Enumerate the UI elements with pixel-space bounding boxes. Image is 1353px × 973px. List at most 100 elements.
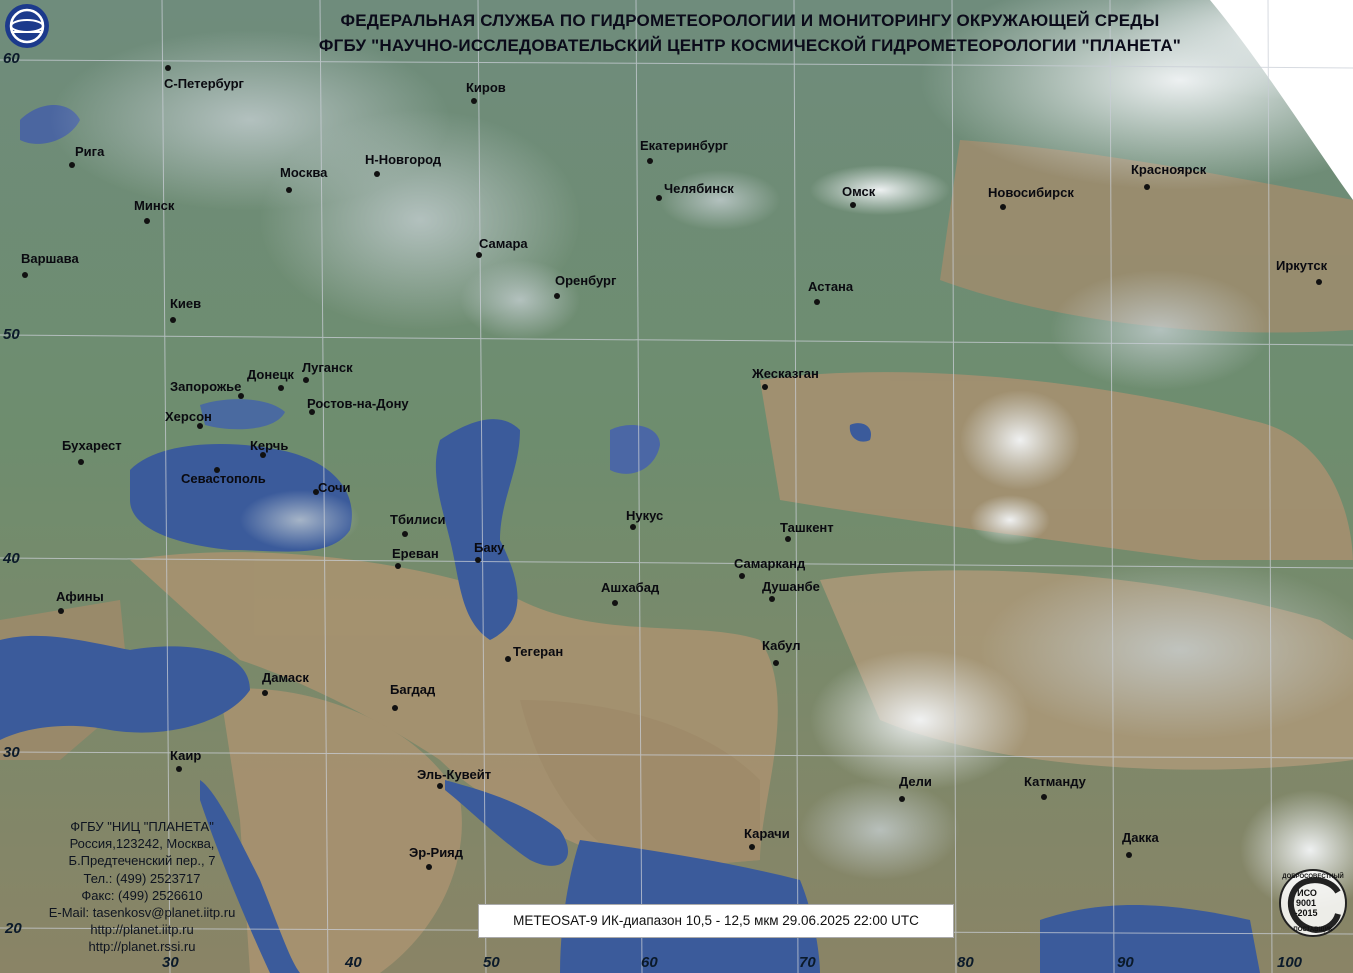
city-marker-kathmandu <box>1041 794 1047 800</box>
city-label-baku: Баку <box>474 540 505 555</box>
city-marker-astana <box>814 299 820 305</box>
iso-badge-line1: ИСО <box>1297 888 1317 898</box>
contact-address-2: Б.Предтеченский пер., 7 <box>68 853 216 869</box>
city-label-orenburg: Оренбург <box>555 273 617 288</box>
city-marker-krasnoyarsk <box>1144 184 1150 190</box>
city-marker-kirov <box>471 98 477 104</box>
city-marker-donetsk <box>278 385 284 391</box>
city-marker-cairo <box>176 766 182 772</box>
city-marker-omsk <box>850 202 856 208</box>
lon-label-100: 100 <box>1277 954 1303 971</box>
image-caption: METEOSAT-9 ИК-диапазон 10,5 - 12,5 мкм 2… <box>478 904 954 938</box>
city-marker-samara <box>476 252 482 258</box>
contact-phone: Тел.: (499) 2523717 <box>83 870 201 886</box>
city-label-kuwait: Эль-Кувейт <box>417 767 492 782</box>
city-label-cairo: Каир <box>170 748 202 763</box>
city-label-bucharest: Бухарест <box>62 438 122 453</box>
city-marker-karachi <box>749 844 755 850</box>
city-marker-kiev <box>170 317 176 323</box>
city-label-kerch: Керчь <box>250 438 289 453</box>
city-label-warsaw: Варшава <box>21 251 79 266</box>
city-label-rostov: Ростов-на-Дону <box>307 396 409 411</box>
city-label-kathmandu: Катманду <box>1024 774 1086 789</box>
iso-badge-line3: -2015 <box>1294 908 1318 918</box>
city-label-riga: Рига <box>75 144 105 159</box>
satellite-map: ФЕДЕРАЛЬНАЯ СЛУЖБА ПО ГИДРОМЕТЕОРОЛОГИИ … <box>0 0 1353 973</box>
contact-url-1[interactable]: http://planet.iitp.ru <box>22 921 262 938</box>
city-label-yerevan: Ереван <box>392 546 439 561</box>
city-label-riyadh: Эр-Рияд <box>409 845 464 860</box>
contact-email[interactable]: E-Mail: tasenkosv@planet.iitp.ru <box>22 904 262 921</box>
city-marker-novosibirsk <box>1000 204 1006 210</box>
city-marker-yekaterinburg <box>647 158 653 164</box>
city-marker-chelyabinsk <box>656 195 662 201</box>
city-label-delhi: Дели <box>899 774 932 789</box>
lon-label-40: 40 <box>345 954 362 971</box>
city-label-astana: Астана <box>808 279 854 294</box>
city-marker-delhi <box>899 796 905 802</box>
header-line-2: ФГБУ "НАУЧНО-ИССЛЕДОВАТЕЛЬСКИЙ ЦЕНТР КОС… <box>318 36 1182 55</box>
iso-badge-bottom: ПОСТАВЩИК <box>1293 927 1333 933</box>
city-marker-ashgabat <box>612 600 618 606</box>
city-marker-samarkand <box>739 573 745 579</box>
city-label-zaporozhye: Запорожье <box>170 379 242 394</box>
lon-label-90: 90 <box>1117 954 1134 971</box>
iso-badge-line2: 9001 <box>1295 898 1317 908</box>
city-label-novosibirsk: Новосибирск <box>988 185 1074 200</box>
city-label-moscow: Москва <box>280 165 328 180</box>
city-label-sochi: Сочи <box>318 480 351 495</box>
contact-url-2[interactable]: http://planet.rssi.ru <box>22 938 262 955</box>
city-label-kiev: Киев <box>170 296 202 311</box>
city-marker-baghdad <box>392 705 398 711</box>
contact-info: ФГБУ "НИЦ "ПЛАНЕТА" Россия,123242, Москв… <box>22 818 262 956</box>
city-label-minsk: Минск <box>134 198 175 213</box>
city-label-kabul: Кабул <box>762 638 801 653</box>
city-label-nnovgorod: Н-Новгород <box>365 152 442 167</box>
city-label-tbilisi: Тбилиси <box>390 512 446 527</box>
header: ФЕДЕРАЛЬНАЯ СЛУЖБА ПО ГИДРОМЕТЕОРОЛОГИИ … <box>0 8 1353 58</box>
city-marker-damascus <box>262 690 268 696</box>
city-marker-riyadh <box>426 864 432 870</box>
city-label-irkutsk: Иркутск <box>1276 258 1328 273</box>
city-label-damascus: Дамаск <box>262 670 309 685</box>
iso-badge: ДОБРОСОВЕСТНЫЙ ИСО 9001 -2015 ПОСТАВЩИК <box>1276 866 1350 940</box>
lat-label-50: 50 <box>3 326 20 343</box>
city-marker-dushanbe <box>769 596 775 602</box>
city-marker-lugansk <box>303 377 309 383</box>
city-label-spb: С-Петербург <box>164 76 244 91</box>
city-marker-orenburg <box>554 293 560 299</box>
city-label-omsk: Омск <box>842 184 876 199</box>
lat-label-40: 40 <box>3 550 20 567</box>
city-label-kirov: Киров <box>466 80 506 95</box>
contact-fax: Факс: (499) 2526610 <box>81 887 203 903</box>
lon-label-30: 30 <box>162 954 179 971</box>
city-label-samara: Самара <box>479 236 528 251</box>
contact-org: ФГБУ "НИЦ "ПЛАНЕТА" <box>70 819 214 834</box>
lat-label-20: 20 <box>5 920 22 937</box>
city-label-dhaka: Дакка <box>1122 830 1159 845</box>
city-marker-yerevan <box>395 563 401 569</box>
city-label-baghdad: Багдад <box>390 682 436 697</box>
city-marker-dhaka <box>1126 852 1132 858</box>
contact-address-1: Россия,123242, Москва, <box>69 836 215 852</box>
city-label-chelyabinsk: Челябинск <box>664 181 734 196</box>
city-label-yekaterinburg: Екатеринбург <box>640 138 729 153</box>
city-label-krasnoyarsk: Красноярск <box>1131 162 1207 177</box>
lat-label-30: 30 <box>3 744 20 761</box>
lon-label-60: 60 <box>641 954 658 971</box>
header-line-1: ФЕДЕРАЛЬНАЯ СЛУЖБА ПО ГИДРОМЕТЕОРОЛОГИИ … <box>340 11 1160 30</box>
city-marker-moscow <box>286 187 292 193</box>
lon-label-50: 50 <box>483 954 500 971</box>
lon-label-80: 80 <box>957 954 974 971</box>
lat-label-60: 60 <box>3 50 20 67</box>
city-label-zhezkazgan: Жесказган <box>752 366 819 381</box>
city-marker-baku <box>475 557 481 563</box>
city-marker-nnovgorod <box>374 171 380 177</box>
city-marker-nukus <box>630 524 636 530</box>
city-marker-minsk <box>144 218 150 224</box>
city-marker-kabul <box>773 660 779 666</box>
city-label-tehran: Тегеран <box>513 644 564 659</box>
city-marker-athens <box>58 608 64 614</box>
city-label-sevastopol: Севастополь <box>181 471 266 486</box>
city-label-lugansk: Луганск <box>302 360 353 375</box>
